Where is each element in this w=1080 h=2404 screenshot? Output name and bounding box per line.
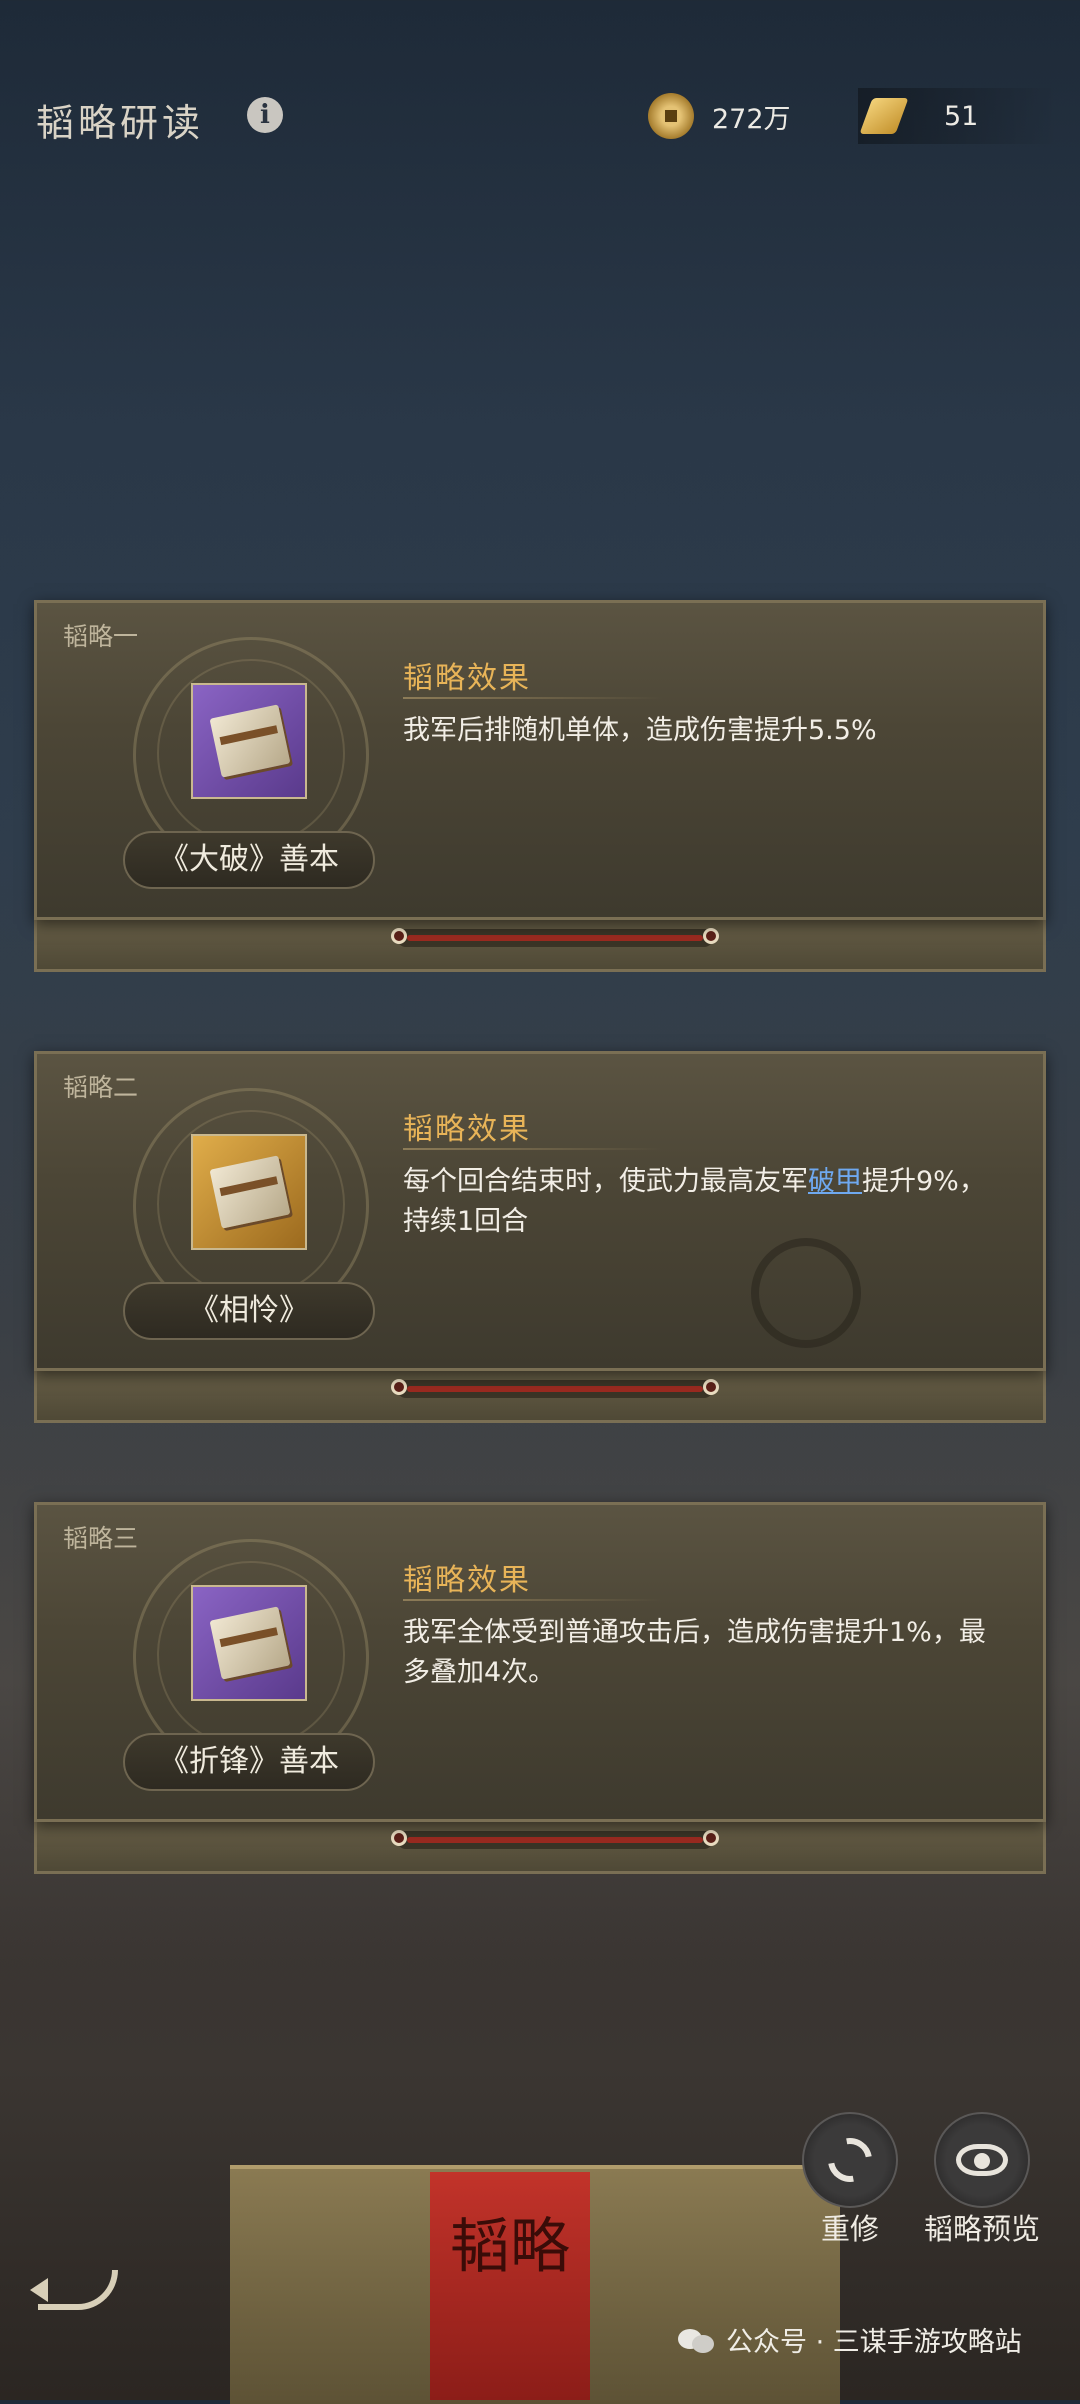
item-name: 《大破》善本 <box>123 831 375 889</box>
back-button[interactable] <box>28 2262 128 2322</box>
rebuild-label[interactable]: 重修 <box>790 2206 910 2248</box>
card-label: 韬略三 <box>63 1524 139 1553</box>
box-seal-text: 韬略 <box>450 2212 570 2282</box>
refresh-icon <box>819 2129 881 2191</box>
coin-icon <box>648 93 694 139</box>
coin-count: 272万 <box>712 103 791 135</box>
empty-ring-icon <box>751 1238 861 1348</box>
coin-resource: 272万 <box>648 88 791 144</box>
preview-button[interactable] <box>934 2112 1030 2208</box>
scroll-icon <box>858 94 910 138</box>
box-seal: 韬略 <box>430 2172 590 2400</box>
book-item-icon[interactable] <box>191 683 307 799</box>
strategy-card-1[interactable]: 韬略一 《大破》善本 韬略效果 我军后排随机单体，造成伤害提升5.5% <box>34 600 1046 972</box>
preview-label[interactable]: 韬略预览 <box>912 2206 1052 2248</box>
effect-text: 我军全体受到普通攻击后，造成伤害提升1%，最多叠加4次。 <box>403 1617 986 1688</box>
strategy-card-2[interactable]: 韬略二 《相怜》 韬略效果 每个回合结束时，使武力最高友军破甲提升9%，持续1回… <box>34 1051 1046 1423</box>
effect-title: 韬略效果 <box>403 1112 531 1147</box>
effect-title: 韬略效果 <box>403 661 531 696</box>
back-arrow-icon <box>38 2270 118 2310</box>
card-label: 韬略二 <box>63 1073 139 1102</box>
effect-text: 我军后排随机单体，造成伤害提升5.5% <box>403 715 877 746</box>
eye-icon <box>956 2144 1008 2176</box>
page-title: 韬略研读 <box>36 101 205 145</box>
top-bar: 韬略研读 i 272万 51 <box>0 0 1080 230</box>
strategy-card-3[interactable]: 韬略三 《折锋》善本 韬略效果 我军全体受到普通攻击后，造成伤害提升1%，最多叠… <box>34 1502 1046 1874</box>
book-item-icon[interactable] <box>191 1585 307 1701</box>
effect-title: 韬略效果 <box>403 1563 531 1598</box>
watermark: 公众号 · 三谋手游攻略站 <box>678 2320 1022 2359</box>
card-body: 韬略一 《大破》善本 韬略效果 我军后排随机单体，造成伤害提升5.5% <box>34 600 1046 920</box>
rebuild-button[interactable] <box>802 2112 898 2208</box>
card-body: 韬略三 《折锋》善本 韬略效果 我军全体受到普通攻击后，造成伤害提升1%，最多叠… <box>34 1502 1046 1822</box>
item-name: 《相怜》 <box>123 1282 375 1340</box>
card-label: 韬略一 <box>63 622 139 651</box>
info-icon[interactable]: i <box>247 97 283 133</box>
armor-break-link[interactable]: 破甲 <box>808 1166 862 1197</box>
book-item-icon[interactable] <box>191 1134 307 1250</box>
wechat-icon <box>678 2325 716 2355</box>
effect-text: 每个回合结束时，使武力最高友军破甲提升9%，持续1回合 <box>403 1166 986 1237</box>
scroll-resource: 51 <box>858 88 1059 144</box>
item-name: 《折锋》善本 <box>123 1733 375 1791</box>
card-body: 韬略二 《相怜》 韬略效果 每个回合结束时，使武力最高友军破甲提升9%，持续1回… <box>34 1051 1046 1371</box>
scroll-count: 51 <box>944 100 979 132</box>
